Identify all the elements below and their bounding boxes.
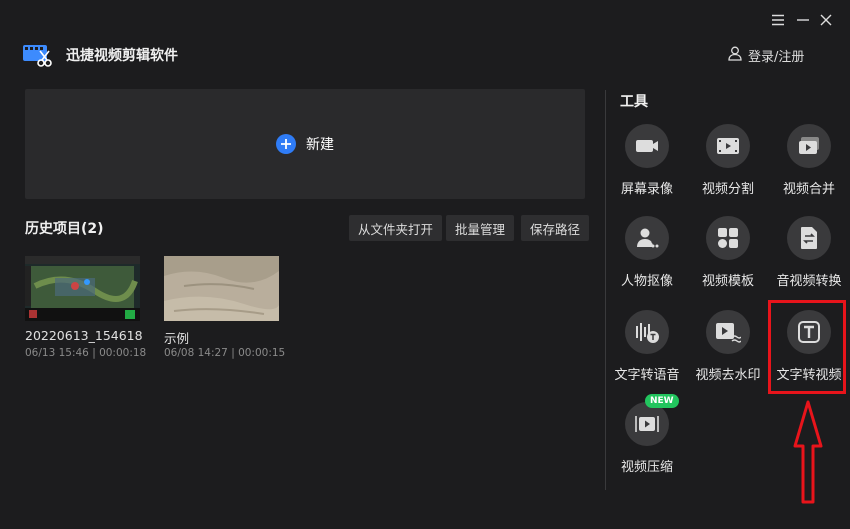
video-template-icon <box>706 216 750 260</box>
new-project-button[interactable]: 新建 <box>25 89 585 199</box>
person-cutout-icon <box>625 216 669 260</box>
tool-label: 视频分割 <box>701 182 754 197</box>
new-badge: NEW <box>645 394 679 408</box>
tool-label: 人物抠像 <box>620 274 673 289</box>
remove-watermark-icon <box>706 310 750 354</box>
tool-text-to-speech[interactable]: 文字转语音 <box>606 310 688 383</box>
tool-video-compress[interactable]: NEW 视频压缩 <box>606 394 688 475</box>
text-to-speech-icon <box>625 310 669 354</box>
project-meta: 06/08 14:27 | 00:00:15 <box>164 347 286 359</box>
history-title: 历史项目(2) <box>25 221 104 237</box>
save-path-button[interactable]: 保存路径 <box>521 215 590 241</box>
screen-record-icon <box>625 124 669 168</box>
menu-icon[interactable] <box>768 10 788 30</box>
annotation-arrow-icon <box>792 400 824 504</box>
tool-label: 视频合并 <box>782 182 835 197</box>
plus-circle-icon <box>276 134 296 154</box>
tool-screen-record[interactable]: 屏幕录像 <box>606 124 688 197</box>
video-split-icon <box>706 124 750 168</box>
tool-remove-watermark[interactable]: 视频去水印 <box>687 310 769 383</box>
batch-manage-button[interactable]: 批量管理 <box>446 215 515 241</box>
project-thumbnail[interactable] <box>25 256 140 321</box>
highlight-box <box>768 300 846 394</box>
user-icon <box>728 46 742 65</box>
project-meta: 06/13 15:46 | 00:00:18 <box>25 347 147 359</box>
tool-video-template[interactable]: 视频模板 <box>687 216 769 289</box>
tool-person-cutout[interactable]: 人物抠像 <box>606 216 688 289</box>
close-icon[interactable] <box>816 10 836 30</box>
project-name: 示例 <box>164 331 190 346</box>
tool-video-split[interactable]: 视频分割 <box>687 124 769 197</box>
login-label: 登录/注册 <box>748 50 805 65</box>
new-project-label: 新建 <box>306 137 334 153</box>
project-name: 20220613_154618 <box>25 328 143 343</box>
app-title: 迅捷视频剪辑软件 <box>66 48 178 64</box>
tool-label: 视频模板 <box>701 274 754 289</box>
tool-video-merge[interactable]: 视频合并 <box>768 124 850 197</box>
tool-label: 屏幕录像 <box>620 182 673 197</box>
av-convert-icon <box>787 216 831 260</box>
tools-title: 工具 <box>620 94 648 110</box>
open-folder-button[interactable]: 从文件夹打开 <box>349 215 443 241</box>
tool-label: 视频压缩 <box>620 460 673 475</box>
project-thumbnail[interactable] <box>164 256 280 321</box>
tool-av-convert[interactable]: 音视频转换 <box>768 216 850 289</box>
video-compress-icon: NEW <box>625 394 679 446</box>
login-button[interactable]: 登录/注册 <box>728 46 804 65</box>
video-merge-icon <box>787 124 831 168</box>
tool-label: 视频去水印 <box>695 368 761 383</box>
tool-label: 文字转语音 <box>614 368 680 383</box>
tool-label: 音视频转换 <box>776 274 842 289</box>
minimize-icon[interactable] <box>793 10 813 30</box>
app-logo-icon <box>22 42 52 68</box>
